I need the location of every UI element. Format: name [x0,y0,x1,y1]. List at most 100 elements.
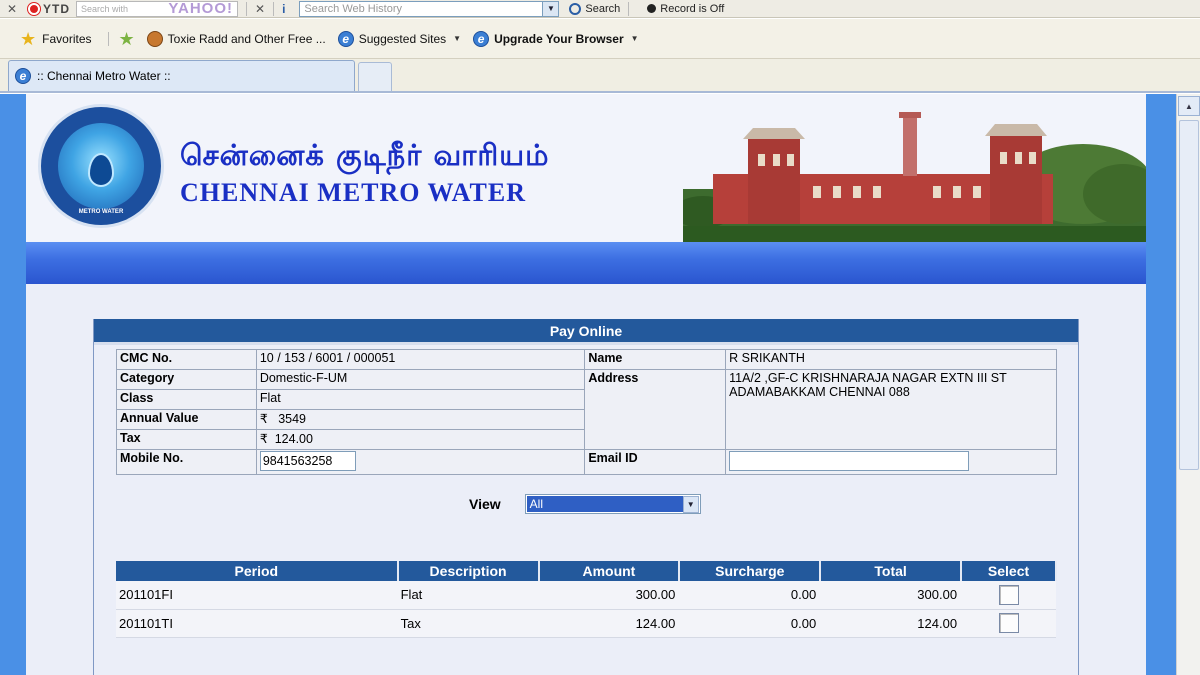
fav-link-label: Upgrade Your Browser [494,31,624,46]
mobile-number-input[interactable] [259,451,356,471]
view-selected-value: All [526,496,683,512]
record-label: Record is Off [660,2,725,15]
chevron-down-icon: ▼ [453,34,462,43]
scroll-up-arrow-icon[interactable]: ▲ [1178,96,1200,116]
chevron-down-icon[interactable]: ▼ [682,495,699,513]
tax-label: Tax [116,429,257,450]
yahoo-logo: YAHOO! [168,0,233,17]
name-label: Name [584,349,727,370]
record-button[interactable]: Record is Off [647,3,724,15]
annual-value-label: Annual Value [116,409,257,430]
table-row: CMC No. 10 / 153 / 6001 / 000051 Name R … [116,349,1057,370]
fav-link-upgrade-browser[interactable]: e Upgrade Your Browser ▼ [473,30,639,47]
web-history-search-input[interactable]: Search Web History ▼ [299,0,560,17]
class-value: Flat [255,389,586,410]
building-photo [683,94,1146,242]
header-blue-band [26,242,1146,284]
column-header-amount: Amount [538,561,681,581]
add-favorite-star-icon[interactable]: ★ [119,30,135,48]
table-row: 201101TI Tax 124.00 0.00 124.00 [116,609,1056,638]
select-cell [961,581,1056,610]
fav-link-label: Toxie Radd and Other Free ... [167,31,326,46]
favorites-bar: ★ Favorites ★ Toxie Radd and Other Free … [0,19,1200,59]
ie-icon: e [473,30,490,47]
ytd-label: YTD [43,1,70,16]
view-select[interactable]: All ▼ [524,494,701,514]
description-cell: Flat [397,581,539,610]
divider [246,1,247,16]
site-title-tamil: சென்னைக் குடிநீர் வாரியம் [180,138,550,172]
chevron-down-icon: ▼ [630,34,639,43]
right-border [1146,94,1176,675]
cmc-value: 10 / 153 / 6001 / 000051 [255,349,586,370]
yahoo-search-box[interactable]: Search with YAHOO! [76,0,238,17]
total-cell: 300.00 [820,581,962,610]
view-filter: View All ▼ [469,494,701,514]
left-border [0,94,26,675]
email-input[interactable] [729,451,970,471]
total-cell: 124.00 [820,609,962,638]
site-title-english: CHENNAI METRO WATER [180,178,526,207]
fav-link-suggested-sites[interactable]: e Suggested Sites ▼ [337,30,462,47]
table-row: 201101FI Flat 300.00 0.00 300.00 [116,581,1056,610]
new-tab-button[interactable] [358,62,392,91]
select-checkbox[interactable] [998,584,1019,605]
ytd-button[interactable]: YTD [28,2,70,16]
water-drop-icon [88,153,114,187]
yahoo-placeholder: Search with [81,3,129,14]
surcharge-cell: 0.00 [679,581,821,610]
column-header-period: Period [116,561,399,581]
bill-header-row: Period Description Amount Surcharge Tota… [116,561,1057,581]
chevron-down-icon[interactable]: ▼ [542,1,559,16]
column-header-total: Total [820,561,963,581]
favorites-button[interactable]: ★ Favorites [20,30,92,48]
star-icon: ★ [20,28,37,49]
ytd-icon [28,2,40,15]
annual-value: ₹ 3549 [255,409,586,430]
record-icon [647,4,657,13]
panel-title: Pay Online [94,319,1078,345]
divider [107,31,109,46]
mobile-label: Mobile No. [116,449,257,475]
vertical-scrollbar[interactable]: ▲ [1176,94,1200,675]
search-toolbar: ✕ YTD Search with YAHOO! ✕ i Search Web … [0,0,1200,18]
search-icon [569,2,582,15]
period-cell: 201101FI [116,581,398,610]
consumer-details-table: CMC No. 10 / 153 / 6001 / 000051 Name R … [116,349,1057,475]
scroll-thumb[interactable] [1179,120,1199,470]
category-value: Domestic-F-UM [255,369,586,390]
search-label: Search [585,2,621,15]
select-checkbox[interactable] [998,613,1019,633]
fav-link-label: Suggested Sites [358,31,447,46]
tab-chennai-metro-water[interactable]: e :: Chennai Metro Water :: [8,60,355,91]
column-header-description: Description [397,561,540,581]
tax-value: ₹ 124.00 [255,429,586,450]
close-icon[interactable]: ✕ [255,2,265,16]
bill-table: Period Description Amount Surcharge Tota… [116,561,1057,638]
surcharge-cell: 0.00 [679,609,821,638]
metro-water-logo: METRO WATER [38,104,164,228]
tab-bar: e :: Chennai Metro Water :: [0,59,1200,93]
tab-title: :: Chennai Metro Water :: [37,69,171,83]
pay-online-panel: Pay Online CMC No. 10 / 153 / 6001 / 000… [93,319,1079,675]
face-icon [146,30,163,47]
view-label: View [469,496,501,512]
address-label: Address [584,369,727,450]
divider [273,1,275,16]
select-cell [961,609,1056,638]
ie-icon: e [337,30,354,47]
amount-cell: 124.00 [538,609,680,638]
address-value: 11A/2 ,GF-C KRISHNARAJA NAGAR EXTN III S… [725,369,1057,450]
close-toolbar-icon[interactable]: ✕ [0,2,24,16]
web-history-placeholder: Search Web History [304,2,403,15]
info-icon[interactable]: i [282,2,285,16]
ie-icon: e [15,68,31,84]
name-value: R SRIKANTH [725,349,1057,370]
search-button[interactable]: Search [569,2,621,15]
description-cell: Tax [397,609,539,638]
period-cell: 201101TI [116,609,398,638]
fav-link-toxie[interactable]: Toxie Radd and Other Free ... [146,30,326,47]
class-label: Class [116,389,257,410]
table-row: Mobile No. Email ID [116,449,1057,475]
mobile-cell [255,449,586,475]
